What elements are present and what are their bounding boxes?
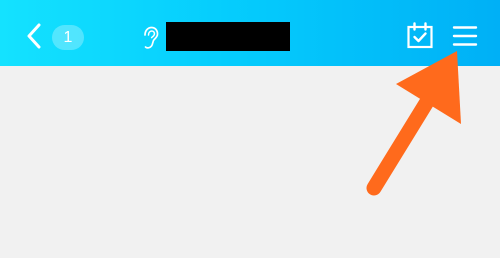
listen-mode-button[interactable] — [139, 24, 161, 52]
menu-button[interactable] — [449, 20, 481, 52]
back-button[interactable] — [22, 21, 46, 51]
ear-icon — [144, 26, 159, 49]
chevron-left-icon — [27, 23, 41, 49]
calendar-check-icon — [407, 22, 433, 49]
calendar-button[interactable] — [404, 20, 436, 52]
hamburger-menu-icon — [452, 26, 478, 46]
top-navigation-bar: 1 — [0, 0, 500, 66]
unread-count-badge: 1 — [52, 25, 84, 50]
redacted-chat-title — [166, 22, 290, 51]
chat-content-area — [0, 66, 500, 258]
